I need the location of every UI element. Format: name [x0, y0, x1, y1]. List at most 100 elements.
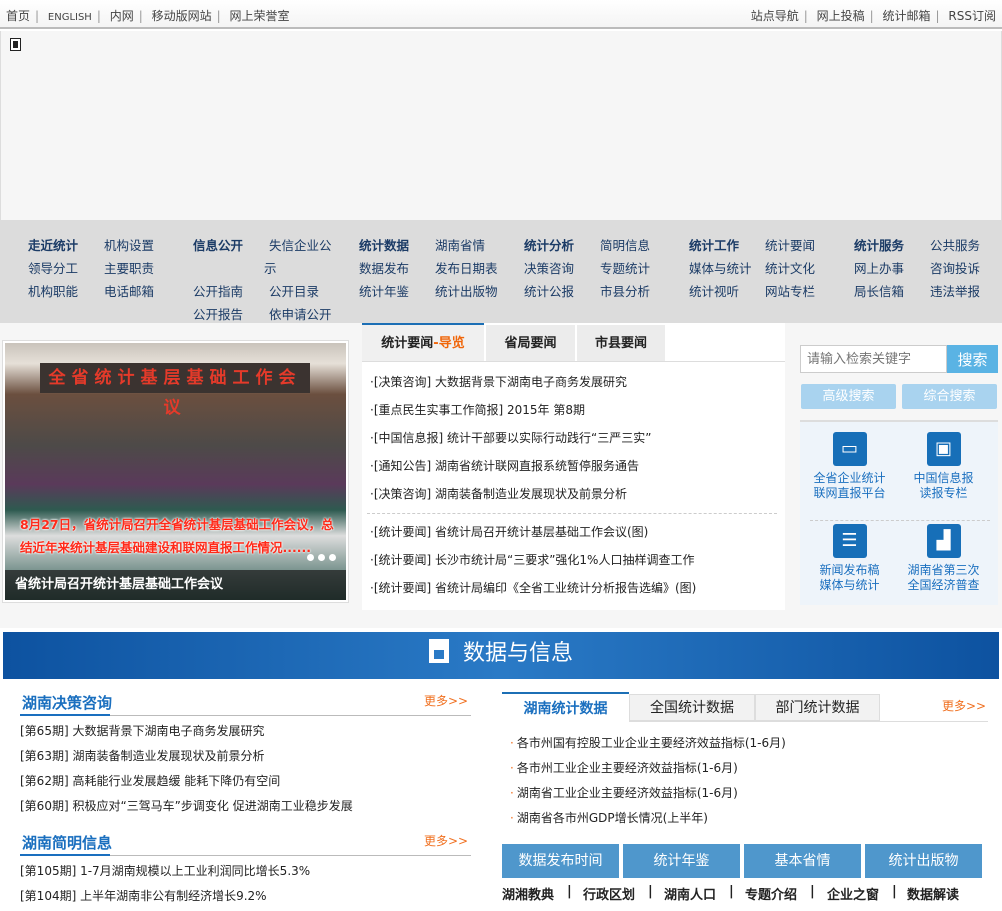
nav-link[interactable]: 网站专栏: [765, 281, 815, 300]
nav-link[interactable]: 简明信息: [600, 235, 650, 254]
nav-link[interactable]: 电话邮箱: [104, 281, 154, 300]
quicknav-link[interactable]: 数据解读: [907, 884, 959, 903]
quicklink-press-release[interactable]: ☰ 新闻发布稿 媒体与统计: [800, 524, 899, 593]
decision-item[interactable]: [第63期] 湖南装备制造业发展现状及前景分析: [20, 747, 264, 764]
tab-city-news[interactable]: 市县要闻: [577, 325, 665, 361]
nav-heading-3[interactable]: 统计分析: [524, 235, 574, 254]
data-button-2[interactable]: 基本省情: [744, 844, 861, 878]
brief-item[interactable]: [第105期] 1-7月湖南规模以上工业利润同比增长5.3%: [20, 862, 310, 879]
decision-more-link[interactable]: 更多>>: [424, 692, 468, 709]
separator: |: [648, 884, 653, 899]
tab-provincial-news[interactable]: 省局要闻: [486, 325, 575, 361]
integrated-search-button[interactable]: 综合搜索: [902, 384, 997, 409]
nav-link[interactable]: 统计视听: [689, 281, 739, 300]
link-mobile[interactable]: 移动版网站: [152, 9, 212, 23]
tab-national-stats[interactable]: 全国统计数据: [629, 694, 755, 721]
nav-link[interactable]: 机构职能: [28, 281, 78, 300]
photo-caption[interactable]: 省统计局召开统计基层基础工作会议: [5, 570, 346, 600]
nav-link[interactable]: 统计年鉴: [359, 281, 409, 300]
nav-link[interactable]: 专题统计: [600, 258, 650, 277]
stats-item[interactable]: · 湖南省各市州GDP增长情况(上半年): [510, 809, 708, 826]
quicknav-link[interactable]: 专题介绍: [745, 884, 797, 903]
nav-link[interactable]: 机构设置: [104, 235, 154, 254]
advanced-search-button[interactable]: 高级搜索: [801, 384, 896, 409]
quicknav-link[interactable]: 行政区划: [583, 884, 635, 903]
nav-link[interactable]: 公开指南: [193, 281, 243, 300]
nav-link[interactable]: 统计出版物: [435, 281, 498, 300]
nav-link[interactable]: 违法举报: [930, 281, 980, 300]
nav-link[interactable]: 统计要闻: [765, 235, 815, 254]
stats-item[interactable]: · 各市州国有控股工业企业主要经济效益指标(1-6月): [510, 734, 786, 751]
link-submit[interactable]: 网上投稿: [817, 9, 865, 23]
news-item[interactable]: ·[重点民生实事工作简报] 2015年 第8期: [370, 401, 585, 418]
photo-slider[interactable]: 全省统计基层基础工作会议 8月27日，省统计局召开全省统计基层基础工作会议，总结…: [2, 340, 349, 603]
tab-stats-news[interactable]: 统计要闻-导览: [362, 323, 484, 361]
nav-link[interactable]: 媒体与统计: [689, 258, 752, 277]
nav-heading-0[interactable]: 走近统计: [28, 235, 78, 254]
news-item[interactable]: ·[统计要闻] 省统计局召开统计基层基础工作会议(图): [370, 523, 648, 540]
nav-link[interactable]: 数据发布: [359, 258, 409, 277]
stats-item[interactable]: · 湖南省工业企业主要经济效益指标(1-6月): [510, 784, 738, 801]
nav-heading-1[interactable]: 信息公开: [193, 235, 243, 254]
nav-heading-2[interactable]: 统计数据: [359, 235, 409, 254]
news-item[interactable]: ·[统计要闻] 长沙市统计局“三要求”强化1%人口抽样调查工作: [370, 551, 694, 568]
nav-link[interactable]: 依申请公开: [269, 304, 332, 323]
link-rss[interactable]: RSS订阅: [948, 9, 996, 23]
nav-link[interactable]: 失信企业公: [269, 235, 332, 254]
bullet-icon: ·: [510, 811, 514, 825]
slider-dots[interactable]: [303, 550, 336, 564]
search-button[interactable]: 搜索: [947, 345, 998, 373]
decision-item[interactable]: [第65期] 大数据背景下湖南电子商务发展研究: [20, 722, 264, 739]
stats-more-link[interactable]: 更多>>: [942, 697, 986, 714]
news-item[interactable]: ·[决策咨询] 湖南装备制造业发展现状及前景分析: [370, 485, 627, 502]
quicklink-census[interactable]: ▟ 湖南省第三次 全国经济普查: [894, 524, 993, 593]
tab-department-stats[interactable]: 部门统计数据: [755, 694, 880, 721]
decision-item[interactable]: [第62期] 高耗能行业发展趋缓 能耗下降仍有空间: [20, 772, 280, 789]
link-sitemap[interactable]: 站点导航: [751, 9, 799, 23]
nav-link[interactable]: 公共服务: [930, 235, 980, 254]
data-button-3[interactable]: 统计出版物: [865, 844, 982, 878]
data-button-1[interactable]: 统计年鉴: [623, 844, 740, 878]
search-input[interactable]: [800, 345, 947, 373]
link-intranet[interactable]: 内网: [110, 9, 134, 23]
link-english[interactable]: ENGLISH: [48, 12, 92, 23]
quicknav-link[interactable]: 湖南人口: [664, 884, 716, 903]
tab-hunan-stats[interactable]: 湖南统计数据: [502, 692, 629, 722]
nav-heading-5[interactable]: 统计服务: [854, 235, 904, 254]
section-banner-title: 数据与信息: [462, 641, 573, 666]
decision-title[interactable]: 湖南决策咨询: [22, 692, 112, 713]
nav-link[interactable]: 统计文化: [765, 258, 815, 277]
nav-link[interactable]: 市县分析: [600, 281, 650, 300]
nav-link[interactable]: 主要职责: [104, 258, 154, 277]
quicklink-direct-report[interactable]: ▭ 全省企业统计 联网直报平台: [800, 432, 899, 501]
link-honor[interactable]: 网上荣誉室: [229, 9, 289, 23]
quicklink-china-info[interactable]: ▣ 中国信息报 读报专栏: [894, 432, 993, 501]
news-item[interactable]: ·[通知公告] 湖南省统计联网直报系统暂停服务通告: [370, 457, 639, 474]
flash-placeholder: [0, 31, 1002, 220]
nav-link[interactable]: 统计公报: [524, 281, 574, 300]
news-item[interactable]: ·[决策咨询] 大数据背景下湖南电子商务发展研究: [370, 373, 627, 390]
nav-link[interactable]: 湖南省情: [435, 235, 485, 254]
nav-link[interactable]: 咨询投诉: [930, 258, 980, 277]
nav-link[interactable]: 发布日期表: [435, 258, 498, 277]
nav-link[interactable]: 公开报告: [193, 304, 243, 323]
quicknav-link[interactable]: 企业之窗: [827, 884, 879, 903]
news-item[interactable]: ·[中国信息报] 统计干部要以实际行动践行“三严三实”: [370, 429, 651, 446]
link-mailbox[interactable]: 统计邮箱: [883, 9, 931, 23]
data-button-0[interactable]: 数据发布时间: [502, 844, 619, 878]
news-item[interactable]: ·[统计要闻] 省统计局编印《全省工业统计分析报告选编》(图): [370, 579, 696, 596]
nav-heading-4[interactable]: 统计工作: [689, 235, 739, 254]
quicknav-link[interactable]: 湖湘教典: [502, 884, 554, 903]
stats-item[interactable]: · 各市州工业企业主要经济效益指标(1-6月): [510, 759, 738, 776]
brief-item[interactable]: [第104期] 上半年湖南非公有制经济增长9.2%: [20, 887, 267, 904]
nav-link[interactable]: 公开目录: [269, 281, 319, 300]
nav-link[interactable]: 领导分工: [28, 258, 78, 277]
nav-link[interactable]: 网上办事: [854, 258, 904, 277]
brief-title[interactable]: 湖南简明信息: [22, 832, 112, 853]
nav-link[interactable]: 局长信箱: [854, 281, 904, 300]
brief-more-link[interactable]: 更多>>: [424, 832, 468, 849]
nav-link[interactable]: 示: [264, 258, 277, 277]
link-home[interactable]: 首页: [6, 9, 30, 23]
decision-item[interactable]: [第60期] 积极应对“三驾马车”步调变化 促进湖南工业稳步发展: [20, 797, 353, 814]
nav-link[interactable]: 决策咨询: [524, 258, 574, 277]
